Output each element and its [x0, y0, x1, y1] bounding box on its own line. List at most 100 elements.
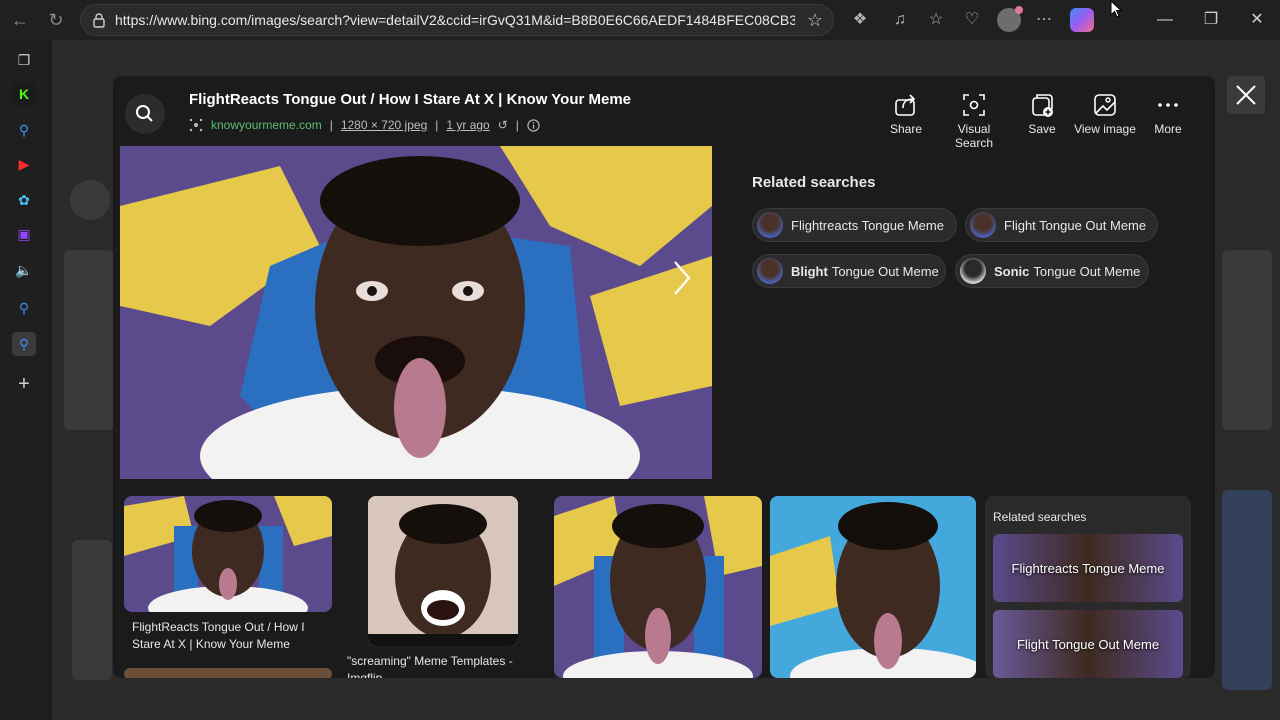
read-aloud-icon[interactable]: ♫: [890, 10, 910, 30]
image-title[interactable]: FlightReacts Tongue Out / How I Stare At…: [189, 91, 631, 108]
chip-label: Flightreacts Tongue Meme: [791, 217, 944, 233]
chip-label: Tongue Out Meme: [831, 263, 939, 279]
related-search-card[interactable]: Flightreacts Tongue Meme: [993, 534, 1183, 602]
image-icon: [1094, 94, 1116, 116]
copilot-icon[interactable]: [1070, 8, 1094, 32]
related-search-card-label: Flightreacts Tongue Meme: [1011, 560, 1165, 576]
image-viewer-modal: FlightReacts Tongue Out / How I Stare At…: [113, 76, 1215, 678]
share-icon: [895, 94, 916, 116]
close-icon: [1236, 85, 1256, 105]
image-dimensions[interactable]: 1280 × 720 jpeg: [341, 118, 427, 132]
visual-search-icon: [963, 94, 985, 116]
share-label: Share: [889, 122, 923, 136]
result-thumbnail-image: [770, 496, 976, 678]
new-tab-icon[interactable]: +: [12, 372, 36, 396]
browser-sidebar: ❐ K ⚲ ▶ ✿ ▣ 🔈 ⚲ ⚲ +: [0, 40, 48, 720]
bg-avatar: [70, 180, 110, 220]
side-panel-title: Related searches: [993, 510, 1087, 524]
visual-search-button[interactable]: [125, 94, 165, 134]
back-icon[interactable]: ←: [8, 8, 32, 32]
main-image-picture: [120, 146, 712, 479]
browser-essentials-icon[interactable]: ♡: [962, 10, 982, 30]
related-search-card-label: Flight Tongue Out Meme: [1016, 636, 1160, 652]
next-image-arrow-icon[interactable]: [669, 258, 695, 298]
chip-avatar: [960, 258, 986, 284]
twitch-icon[interactable]: ▣: [12, 222, 36, 246]
bg-thumb: [64, 250, 114, 430]
bg-thumb: [72, 540, 112, 680]
related-search-chip[interactable]: Flight Tongue Out Meme: [965, 208, 1158, 242]
main-image[interactable]: [120, 146, 712, 479]
url-text[interactable]: https://www.bing.com/images/search?view=…: [115, 12, 795, 28]
meta-separator: |: [435, 118, 439, 132]
result-caption[interactable]: "screaming" Meme Templates - Imgflip: [347, 653, 537, 678]
result-thumbnail[interactable]: [554, 496, 762, 678]
audio-icon[interactable]: 🔈: [12, 258, 36, 282]
search-tab-icon[interactable]: ⚲: [12, 118, 36, 142]
more-label: More: [1154, 122, 1182, 136]
youtube-icon[interactable]: ▶: [12, 152, 36, 176]
related-search-chip[interactable]: Flightreacts Tongue Meme: [752, 208, 957, 242]
tab-actions-icon[interactable]: ❐: [12, 48, 36, 72]
window-close-icon[interactable]: ✕: [1234, 8, 1280, 32]
search-icon: [136, 105, 153, 122]
save-button[interactable]: Save: [1007, 92, 1077, 136]
more-icon: [1158, 103, 1178, 107]
chip-bold-term: Sonic: [994, 263, 1030, 279]
chip-bold-term: Blight: [791, 263, 828, 279]
mouse-cursor-icon: [1110, 0, 1122, 18]
result-thumbnail[interactable]: [770, 496, 976, 678]
favorites-icon[interactable]: ☆: [926, 10, 946, 30]
bg-thumb: [1222, 490, 1272, 690]
settings-more-icon[interactable]: ⋯: [1034, 10, 1054, 30]
info-icon[interactable]: [527, 118, 540, 132]
related-searches-panel: Related searches Flightreacts Tongue Mem…: [985, 496, 1191, 678]
bg-thumb: [1222, 250, 1272, 430]
notification-dot: [1015, 6, 1023, 14]
save-label: Save: [1028, 122, 1056, 136]
lock-icon[interactable]: [91, 12, 107, 28]
profile-avatar[interactable]: [997, 6, 1023, 32]
extensions-icon[interactable]: ❖: [850, 10, 870, 30]
favorite-star-icon[interactable]: ☆: [807, 10, 823, 31]
meta-separator: |: [329, 118, 333, 132]
view-image-label: View image: [1074, 122, 1136, 136]
history-icon[interactable]: ↺: [498, 118, 508, 132]
result-thumbnail[interactable]: [368, 496, 518, 646]
image-age[interactable]: 1 yr ago: [446, 118, 489, 132]
chip-avatar: [970, 212, 996, 238]
related-searches-title: Related searches: [752, 174, 876, 191]
chip-label: Tongue Out Meme: [1033, 263, 1141, 279]
save-icon: [1032, 94, 1053, 117]
result-thumbnail[interactable]: [124, 668, 332, 678]
browser-toolbar: ← ↻ https://www.bing.com/images/search?v…: [0, 0, 1280, 40]
search-tab-icon-2[interactable]: ⚲: [12, 296, 36, 320]
visual-search-label: Visual Search: [954, 122, 994, 150]
result-thumbnail[interactable]: [124, 496, 332, 612]
app-icon[interactable]: ✿: [12, 188, 36, 212]
site-favicon-icon: [189, 118, 203, 132]
result-caption[interactable]: FlightReacts Tongue Out / How I Stare At…: [132, 619, 322, 653]
result-thumbnail-image: [124, 496, 332, 612]
result-thumbnail-image: [554, 496, 762, 678]
close-viewer-button[interactable]: [1227, 76, 1265, 114]
more-button[interactable]: More: [1133, 92, 1203, 136]
view-image-button[interactable]: View image: [1070, 92, 1140, 136]
chip-avatar: [757, 212, 783, 238]
image-meta: knowyourmeme.com | 1280 × 720 jpeg | 1 y…: [189, 118, 540, 132]
meta-separator: |: [515, 118, 519, 132]
address-bar[interactable]: https://www.bing.com/images/search?view=…: [80, 4, 834, 36]
visual-search-action-button[interactable]: Visual Search: [939, 92, 1009, 150]
search-tab-icon-active[interactable]: ⚲: [12, 332, 36, 356]
share-button[interactable]: Share: [871, 92, 941, 136]
source-link[interactable]: knowyourmeme.com: [211, 118, 322, 132]
related-search-chip[interactable]: Blight Tongue Out Meme: [752, 254, 946, 288]
related-search-card[interactable]: Flight Tongue Out Meme: [993, 610, 1183, 678]
chip-label: Flight Tongue Out Meme: [1004, 217, 1147, 233]
minimize-icon[interactable]: —: [1142, 8, 1188, 32]
related-search-chip[interactable]: Sonic Tongue Out Meme: [955, 254, 1149, 288]
kick-icon[interactable]: K: [12, 82, 36, 106]
refresh-icon[interactable]: ↻: [44, 8, 68, 32]
result-thumbnail-image: [368, 496, 518, 646]
restore-icon[interactable]: ❐: [1188, 8, 1234, 32]
